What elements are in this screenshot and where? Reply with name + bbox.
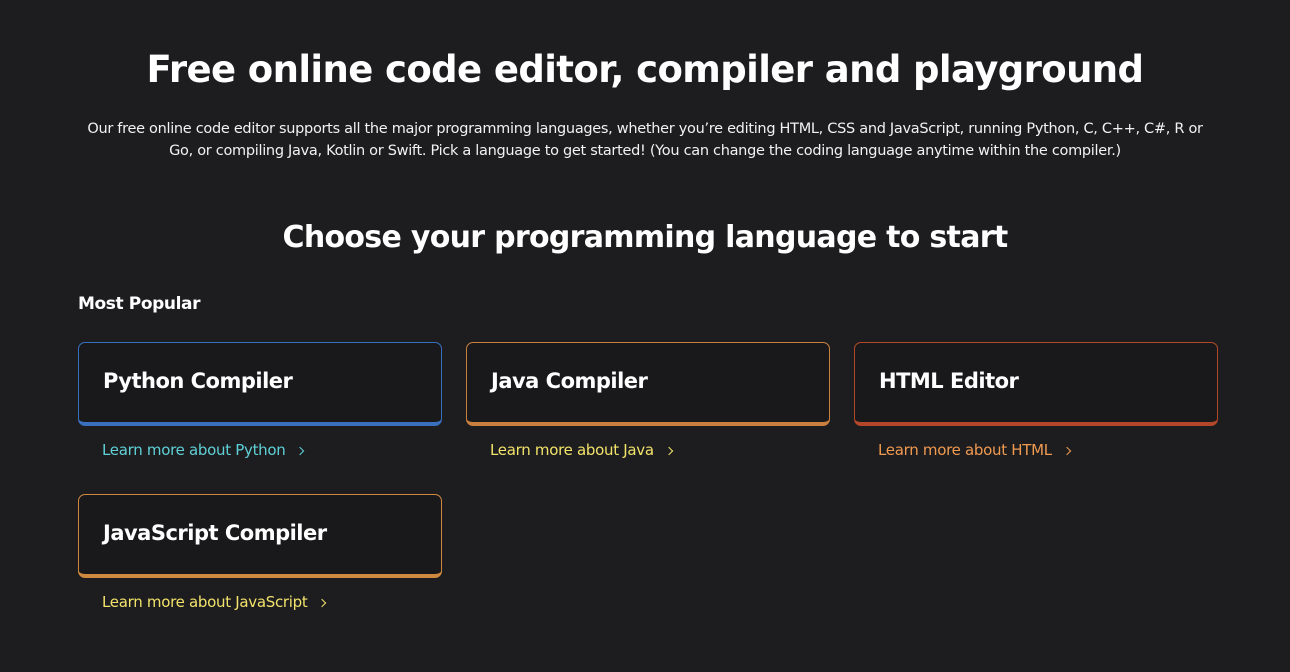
group-title-most-popular: Most Popular [78,294,201,314]
chevron-right-icon [296,446,305,455]
learn-more-javascript-link[interactable]: Learn more about JavaScript [102,593,327,611]
link-label: Learn more about Java [490,441,654,459]
learn-more-html-link[interactable]: Learn more about HTML [878,441,1072,459]
chevron-right-icon [318,598,327,607]
chevron-right-icon [1062,446,1072,455]
link-label: Learn more about Python [102,441,286,459]
link-label: Learn more about HTML [878,441,1052,459]
java-compiler-card[interactable]: Java Compiler [466,342,830,426]
learn-more-python-link[interactable]: Learn more about Python [102,441,305,459]
language-card-python-group: Python Compiler Learn more about Python [78,342,442,459]
learn-more-java-link[interactable]: Learn more about Java [490,441,673,459]
card-label: HTML Editor [879,368,1019,393]
page-description: Our free online code editor supports all… [87,121,1203,159]
card-label: JavaScript Compiler [103,520,327,545]
javascript-compiler-card[interactable]: JavaScript Compiler [78,494,442,578]
chevron-right-icon [664,446,673,455]
language-card-javascript-group: JavaScript Compiler Learn more about Jav… [78,494,442,611]
card-label: Python Compiler [103,368,293,393]
html-editor-card[interactable]: HTML Editor [854,342,1218,426]
python-compiler-card[interactable]: Python Compiler [78,342,442,426]
page-title: Free online code editor, compiler and pl… [146,48,1144,91]
card-label: Java Compiler [491,368,648,393]
section-title: Choose your programming language to star… [282,220,1009,255]
language-card-html-group: HTML Editor Learn more about HTML [854,342,1218,459]
language-card-java-group: Java Compiler Learn more about Java [466,342,830,459]
link-label: Learn more about JavaScript [102,593,308,611]
